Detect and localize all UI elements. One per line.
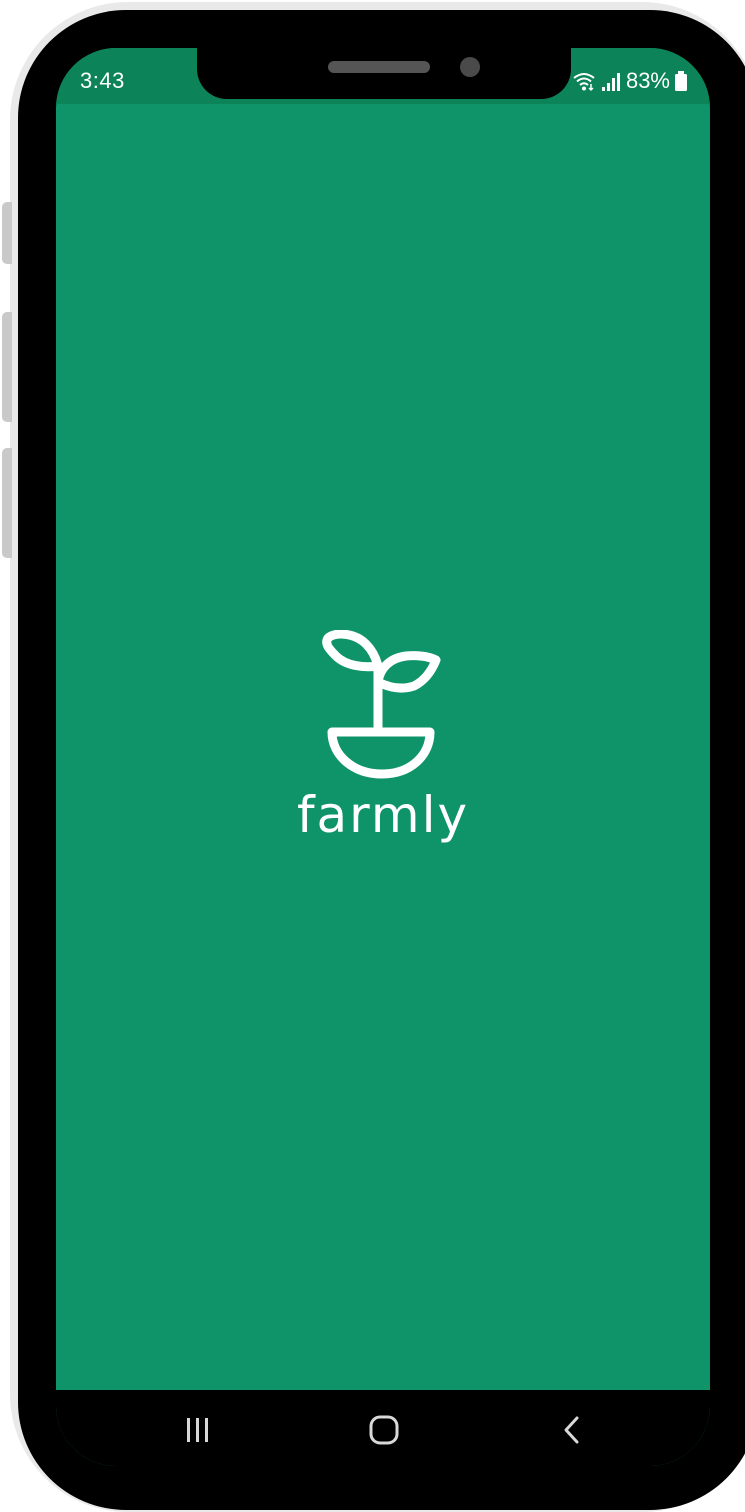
home-icon (369, 1415, 399, 1445)
status-time: 3:43 (80, 68, 125, 93)
signal-icon (601, 73, 620, 91)
splash-screen: 3:43 83% farmly (56, 48, 710, 1466)
battery-percentage: 83% (625, 68, 670, 93)
app-name: farmly (296, 786, 470, 844)
wifi-icon (573, 73, 595, 92)
recent-apps-button[interactable] (168, 1408, 228, 1452)
back-button[interactable] (542, 1408, 602, 1452)
earpiece-speaker (328, 61, 430, 73)
volume-up-button (2, 312, 12, 422)
navigation-bar (56, 1390, 710, 1466)
battery-icon (675, 71, 687, 91)
front-camera (460, 57, 480, 77)
back-icon (564, 1416, 579, 1444)
status-indicators: 83% (572, 68, 688, 94)
home-button[interactable] (354, 1408, 414, 1452)
sprout-pot-icon (322, 630, 441, 779)
volume-down-button (2, 448, 12, 558)
recent-apps-icon (187, 1418, 208, 1442)
side-button-top (2, 202, 12, 264)
camera-notch (197, 48, 571, 99)
